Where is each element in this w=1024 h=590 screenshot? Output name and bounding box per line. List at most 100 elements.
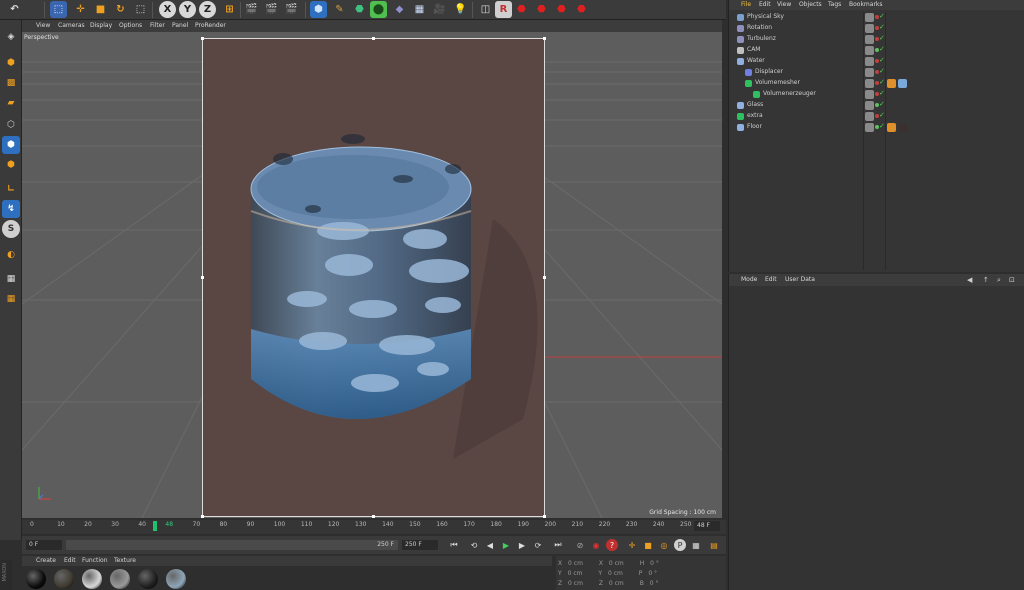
spline-pen-icon[interactable]: ✎ (331, 1, 348, 18)
material-menu-create[interactable]: Create (36, 557, 56, 564)
object-row[interactable]: extra ✓ (729, 111, 1024, 122)
layer-color-icon[interactable] (865, 13, 874, 22)
object-menu-file[interactable]: File (741, 1, 751, 8)
layer-color-icon[interactable] (865, 35, 874, 44)
prev-key-icon[interactable]: ⟲ (468, 539, 480, 551)
coord-row-z[interactable]: Z 0 cm Z 0 cm B 0 ° (558, 580, 658, 587)
autokey-icon[interactable]: ◉ (590, 539, 602, 551)
coord-position-value[interactable]: 0 cm (568, 560, 583, 567)
frame-handle[interactable] (201, 276, 204, 279)
points-mode-icon[interactable]: ⬡ (2, 116, 20, 134)
object-name[interactable]: Physical Sky (747, 13, 784, 20)
object-name[interactable]: Floor (747, 123, 762, 130)
object-name[interactable]: Turbulenz (747, 35, 776, 42)
coord-rotation-value[interactable]: 0 ° (650, 560, 659, 567)
attribute-menu-edit[interactable]: Edit (765, 276, 777, 283)
camera-icon[interactable]: 🎥 (431, 1, 448, 18)
object-row[interactable]: Turbulenz ✓ (729, 34, 1024, 45)
object-row[interactable]: Glass ✓ (729, 100, 1024, 111)
frame-handle[interactable] (543, 276, 546, 279)
make-editable-icon[interactable]: ◈ (2, 28, 20, 46)
viewport[interactable]: View Cameras Display Options Filter Pane… (22, 20, 722, 518)
recent-tool-icon[interactable]: ⬚ (132, 1, 149, 18)
coordinate-system-icon[interactable]: ⊞ (221, 1, 238, 18)
render-picture-viewer-icon[interactable]: 🎬 (263, 1, 280, 18)
frame-handle[interactable] (372, 515, 375, 518)
key-parameter-icon[interactable]: P (674, 539, 686, 551)
search-icon[interactable]: ⌕ (997, 276, 1001, 285)
coord-size-value[interactable]: 0 cm (608, 570, 623, 577)
object-row[interactable]: Physical Sky ✓ (729, 12, 1024, 23)
object-name[interactable]: Rotation (747, 24, 772, 31)
object-name[interactable]: Displacer (755, 68, 783, 75)
material-ball[interactable] (54, 569, 74, 589)
model-mode-icon[interactable]: ⬢ (2, 54, 20, 72)
layer-color-icon[interactable] (865, 68, 874, 77)
new-window-icon[interactable]: ⊡ (1009, 276, 1015, 284)
render-region[interactable] (201, 37, 546, 518)
object-tag-icon[interactable] (898, 79, 907, 88)
material-ball[interactable] (138, 569, 158, 589)
start-frame-field[interactable]: 0 F (26, 540, 62, 550)
planar-workplane-icon[interactable]: ▦ (2, 290, 20, 308)
back-arrow-icon[interactable]: ◀ (967, 276, 972, 284)
go-to-end-icon[interactable]: ⏭ (552, 539, 564, 551)
soft-selection-icon[interactable]: ◐ (2, 246, 20, 264)
current-frame-field[interactable]: 48 F (694, 521, 720, 531)
record-keys-icon[interactable]: ⊘ (574, 539, 586, 551)
workplane-mode-icon[interactable]: ▰ (2, 94, 20, 112)
material-ball[interactable] (110, 569, 130, 589)
frame-handle[interactable] (201, 515, 204, 518)
object-name[interactable]: Volumemesher (755, 79, 800, 86)
object-menu-edit[interactable]: Edit (759, 1, 771, 8)
object-menu-tags[interactable]: Tags (828, 1, 841, 8)
timeline-playhead[interactable] (153, 521, 157, 531)
object-row[interactable]: CAM ✓ (729, 45, 1024, 56)
floor-object-icon[interactable]: ▦ (411, 1, 428, 18)
undo-icon[interactable]: ↶ (6, 1, 23, 18)
plugin-red-1-icon[interactable]: ⬣ (513, 1, 530, 18)
go-to-start-icon[interactable]: ⏮ (448, 539, 460, 551)
viewport-menu-cameras[interactable]: Cameras (58, 22, 85, 29)
coord-row-y[interactable]: Y 0 cm Y 0 cm P 0 ° (558, 570, 657, 577)
attribute-menu-mode[interactable]: Mode (741, 276, 757, 283)
material-ball[interactable] (166, 569, 186, 589)
viewport-menu-display[interactable]: Display (90, 22, 112, 29)
viewport-menu-filter[interactable]: Filter (150, 22, 165, 29)
enable-check-icon[interactable]: ✓ (879, 12, 885, 20)
coord-size-value[interactable]: 0 cm (609, 580, 624, 587)
frame-handle[interactable] (543, 37, 546, 40)
coord-rotation-value[interactable]: 0 ° (648, 570, 657, 577)
object-row[interactable]: Volumenerzeuger ✓ (729, 89, 1024, 100)
object-name[interactable]: Volumenerzeuger (763, 90, 816, 97)
object-menu-objects[interactable]: Objects (799, 1, 822, 8)
object-row[interactable]: Displacer ✓ (729, 67, 1024, 78)
viewport-menu-options[interactable]: Options (119, 22, 142, 29)
material-menu-edit[interactable]: Edit (64, 557, 76, 564)
plugin-red-4-icon[interactable]: ⬣ (573, 1, 590, 18)
enable-check-icon[interactable]: ✓ (879, 67, 885, 75)
select-tool-icon[interactable]: ⬚ (50, 1, 67, 18)
object-tag-icon[interactable] (887, 79, 896, 88)
end-frame-field[interactable]: 250 F (402, 540, 438, 550)
texture-icon[interactable]: R (495, 1, 512, 18)
frame-handle[interactable] (372, 37, 375, 40)
plugin-red-3-icon[interactable]: ⬣ (553, 1, 570, 18)
render-settings-icon[interactable]: 🎬 (283, 1, 300, 18)
object-row[interactable]: Floor ✓ (729, 122, 1024, 133)
viewport-menu-view[interactable]: View (36, 22, 50, 29)
coord-size-value[interactable]: 0 cm (609, 560, 624, 567)
coord-position-value[interactable]: 0 cm (568, 570, 583, 577)
keyframe-selection-icon[interactable]: ? (606, 539, 618, 551)
play-icon[interactable]: ▶ (500, 539, 512, 551)
frame-handle[interactable] (201, 37, 204, 40)
next-key-icon[interactable]: ⟳ (532, 539, 544, 551)
z-axis-lock-icon[interactable]: Z (199, 1, 216, 18)
lock-workplane-icon[interactable]: ▦ (2, 270, 20, 288)
y-axis-lock-icon[interactable]: Y (179, 1, 196, 18)
move-tool-icon[interactable]: ✛ (72, 1, 89, 18)
layer-color-icon[interactable] (865, 79, 874, 88)
polygons-mode-icon[interactable]: ⬢ (2, 156, 20, 174)
key-position-icon[interactable]: ✛ (626, 539, 638, 551)
key-rotation-icon[interactable]: ◎ (658, 539, 670, 551)
